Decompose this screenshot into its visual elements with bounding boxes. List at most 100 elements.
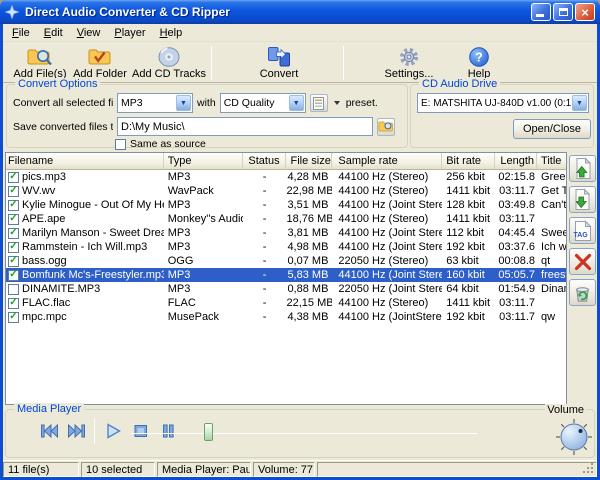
file-checkbox[interactable]	[8, 200, 19, 211]
col-file-size[interactable]: File size	[286, 153, 332, 169]
table-row[interactable]: WV.wv WavPack - 22,98 MB 44100 Hz (Stere…	[6, 184, 566, 198]
move-down-button[interactable]	[569, 186, 596, 213]
col-status[interactable]: Status	[243, 153, 287, 169]
add-folder-button[interactable]: Add Folder	[71, 45, 129, 81]
tag-editor-button[interactable]: TAG	[569, 217, 596, 244]
move-up-button[interactable]	[569, 155, 596, 182]
col-sample-rate[interactable]: Sample rate	[332, 153, 442, 169]
cd-drive-value: E: MATSHITA UJ-840D v1.00 (0:1:0)	[421, 98, 583, 109]
convert-button[interactable]: Convert	[249, 45, 309, 81]
table-row[interactable]: bass.ogg OGG - 0,07 MB 22050 Hz (Stereo)…	[6, 254, 566, 268]
table-row[interactable]: APE.ape Monkey''s Audio - 18,76 MB 44100…	[6, 212, 566, 226]
file-checkbox[interactable]	[8, 284, 19, 295]
status-cell: -	[243, 283, 287, 295]
minimize-button[interactable]	[531, 3, 551, 21]
resize-grip[interactable]	[582, 462, 595, 475]
help-button[interactable]: ? Help	[456, 45, 502, 81]
col-length[interactable]: Length	[495, 153, 537, 169]
chevron-down-icon[interactable]: ▼	[289, 95, 304, 111]
file-checkbox[interactable]	[8, 312, 19, 323]
chevron-down-icon[interactable]: ▼	[176, 95, 191, 111]
status-cell: -	[243, 213, 287, 225]
save-path-input[interactable]	[117, 117, 373, 136]
media-player-title: Media Player	[14, 403, 84, 415]
file-checkbox[interactable]	[8, 214, 19, 225]
remove-button[interactable]	[569, 248, 596, 275]
previous-track-button[interactable]	[38, 422, 60, 440]
cd-drive-combo[interactable]: E: MATSHITA UJ-840D v1.00 (0:1:0) ▼	[417, 93, 589, 113]
file-checkbox[interactable]	[8, 228, 19, 239]
table-row[interactable]: Kylie Minogue - Out Of My Head.mp3 MP3 -…	[6, 198, 566, 212]
seek-slider-thumb[interactable]	[204, 423, 213, 441]
next-track-button[interactable]	[66, 422, 88, 440]
bit-rate-cell: 256 kbit	[442, 171, 495, 183]
file-checkbox[interactable]	[8, 172, 19, 183]
filename-text: DINAMITE.MP3	[22, 283, 164, 295]
filename-cell: Bomfunk Mc's-Freestyler.mp3	[6, 269, 164, 281]
table-row[interactable]: Marilyn Manson - Sweet Dreams.mp3 MP3 - …	[6, 226, 566, 240]
length-cell: 03:11.7	[495, 297, 537, 309]
title-cell: Green	[537, 171, 566, 183]
file-checkbox[interactable]	[8, 298, 19, 309]
open-close-label: Open/Close	[523, 123, 581, 135]
filename-cell: APE.ape	[6, 213, 164, 225]
title-bar[interactable]: Direct Audio Converter & CD Ripper ×	[0, 0, 600, 24]
bit-rate-cell: 1411 kbit	[442, 213, 495, 225]
menu-edit[interactable]: Edit	[37, 26, 70, 40]
maximize-button[interactable]	[553, 3, 573, 21]
file-size-cell: 3,51 MB	[286, 199, 332, 211]
file-checkbox[interactable]	[8, 242, 19, 253]
filename-cell: pics.mp3	[6, 171, 164, 183]
play-button[interactable]	[102, 422, 124, 440]
chevron-down-icon[interactable]: ▼	[572, 95, 587, 111]
status-cell: -	[243, 269, 287, 281]
file-checkbox[interactable]	[8, 256, 19, 267]
sample-rate-cell: 44100 Hz (Joint Stereo)	[332, 269, 442, 281]
filename-text: Bomfunk Mc's-Freestyler.mp3	[22, 269, 164, 281]
col-type[interactable]: Type	[164, 153, 243, 169]
menu-file[interactable]: File	[5, 26, 37, 40]
browse-folder-button[interactable]	[377, 118, 395, 136]
file-list-table: Filename Type Status File size Sample ra…	[5, 152, 567, 405]
bit-rate-cell: 160 kbit	[442, 269, 495, 281]
output-format-combo[interactable]: MP3 ▼	[117, 93, 193, 113]
convert-options-group: Convert Options Convert all selected fil…	[6, 84, 408, 148]
seek-slider-track[interactable]	[131, 433, 477, 434]
length-cell: 03:11.7	[495, 213, 537, 225]
table-row[interactable]: Rammstein - Ich Will.mp3 MP3 - 4,98 MB 4…	[6, 240, 566, 254]
add-files-button[interactable]: Add File(s)	[9, 45, 71, 81]
close-button[interactable]: ×	[575, 3, 595, 21]
add-files-icon	[27, 45, 53, 68]
quality-preset-combo[interactable]: CD Quality ▼	[220, 93, 306, 113]
col-filename[interactable]: Filename	[6, 153, 164, 169]
preset-dropdown-caret-icon[interactable]	[334, 101, 340, 105]
clear-list-button[interactable]	[569, 279, 596, 306]
file-checkbox[interactable]	[8, 270, 19, 281]
preset-settings-button[interactable]	[310, 94, 328, 112]
bit-rate-cell: 192 kbit	[442, 311, 495, 323]
settings-button[interactable]: Settings...	[374, 45, 444, 81]
col-bit-rate[interactable]: Bit rate	[442, 153, 495, 169]
table-row[interactable]: pics.mp3 MP3 - 4,28 MB 44100 Hz (Stereo)…	[6, 170, 566, 184]
col-title[interactable]: Title	[537, 153, 566, 169]
table-row[interactable]: mpc.mpc MusePack - 4,38 MB 44100 Hz (Joi…	[6, 310, 566, 324]
file-checkbox[interactable]	[8, 186, 19, 197]
open-close-button[interactable]: Open/Close	[513, 119, 591, 139]
window-title: Direct Audio Converter & CD Ripper	[25, 5, 529, 19]
stop-button[interactable]	[130, 422, 152, 440]
add-cd-tracks-button[interactable]: Add CD Tracks	[129, 45, 209, 81]
file-size-cell: 4,38 MB	[286, 311, 332, 323]
length-cell: 02:15.8	[495, 171, 537, 183]
menu-help[interactable]: Help	[153, 26, 190, 40]
status-volume: Volume: 77	[253, 462, 315, 477]
length-cell: 00:08.8	[495, 255, 537, 267]
menu-view[interactable]: View	[70, 26, 108, 40]
same-as-source-checkbox[interactable]	[115, 139, 126, 150]
gear-icon	[398, 45, 420, 68]
table-row[interactable]: FLAC.flac FLAC - 22,15 MB 44100 Hz (Ster…	[6, 296, 566, 310]
table-row[interactable]: Bomfunk Mc's-Freestyler.mp3 MP3 - 5,83 M…	[6, 268, 566, 282]
menu-player[interactable]: Player	[107, 26, 152, 40]
table-row[interactable]: DINAMITE.MP3 MP3 - 0,88 MB 22050 Hz (Joi…	[6, 282, 566, 296]
pause-button[interactable]	[157, 422, 179, 440]
volume-knob[interactable]	[555, 418, 593, 459]
